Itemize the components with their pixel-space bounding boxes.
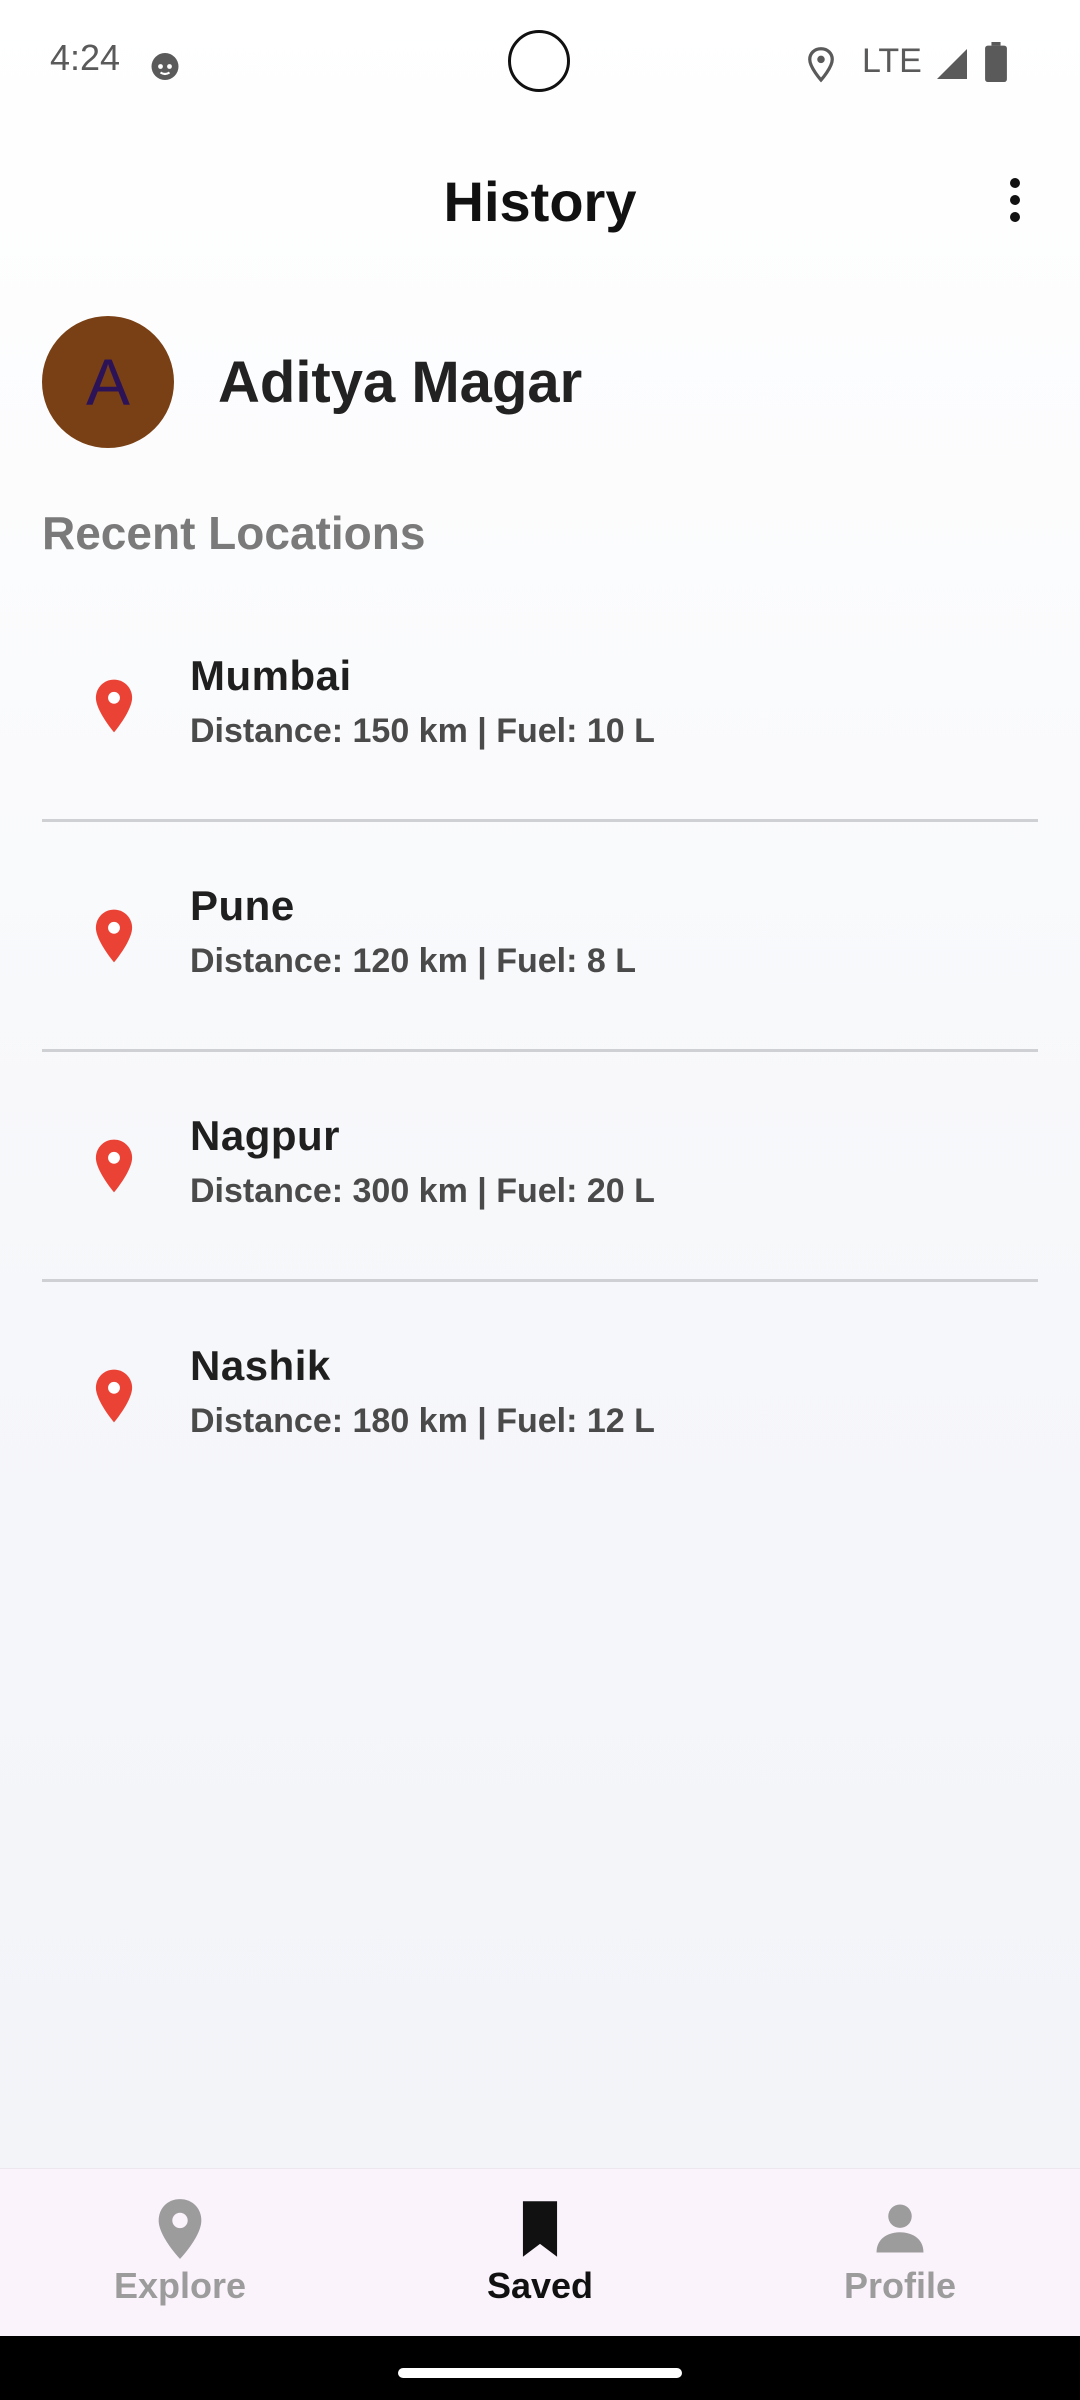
map-pin-icon	[95, 679, 133, 733]
person-icon	[876, 2204, 924, 2253]
location-detail: Distance: 150 km | Fuel: 10 L	[190, 712, 655, 750]
page-title: History	[443, 170, 637, 233]
map-pin-icon	[95, 1139, 133, 1193]
avatar[interactable]: A	[42, 316, 174, 448]
list-item[interactable]: Nashik Distance: 180 km | Fuel: 12 L	[42, 1282, 1038, 1512]
user-name: Aditya Magar	[218, 349, 583, 415]
nav-saved[interactable]: Saved	[360, 2169, 720, 2337]
camera-cutout	[508, 30, 570, 92]
battery-icon	[985, 42, 1007, 82]
location-icon	[158, 2199, 202, 2259]
app-bar: History	[0, 150, 1080, 250]
location-list: Mumbai Distance: 150 km | Fuel: 10 L Pun…	[42, 592, 1038, 1512]
location-detail: Distance: 180 km | Fuel: 12 L	[190, 1402, 655, 1440]
bookmark-icon	[522, 2201, 558, 2257]
nav-label: Profile	[843, 2265, 957, 2306]
more-vert-icon[interactable]	[990, 170, 1040, 230]
location-detail: Distance: 120 km | Fuel: 8 L	[190, 942, 637, 980]
map-pin-icon	[95, 1369, 133, 1423]
status-time: 4:24	[50, 37, 121, 78]
network-type: LTE	[862, 42, 922, 80]
profile-header: A Aditya Magar	[42, 316, 582, 448]
map-pin-icon	[95, 909, 133, 963]
location-icon	[808, 47, 834, 83]
bottom-nav: Explore Saved Profile	[0, 2168, 1080, 2337]
status-bar: 4:24 LTE	[0, 0, 1080, 130]
notification-face-icon	[151, 53, 179, 80]
nav-explore[interactable]: Explore	[0, 2169, 360, 2337]
location-name: Pune	[190, 882, 295, 929]
location-name: Mumbai	[190, 652, 352, 699]
list-item[interactable]: Nagpur Distance: 300 km | Fuel: 20 L	[42, 1052, 1038, 1282]
home-indicator[interactable]	[398, 2368, 682, 2378]
nav-profile[interactable]: Profile	[720, 2169, 1080, 2337]
location-detail: Distance: 300 km | Fuel: 20 L	[190, 1172, 655, 1210]
list-item[interactable]: Mumbai Distance: 150 km | Fuel: 10 L	[42, 592, 1038, 822]
section-title: Recent Locations	[42, 507, 426, 559]
location-name: Nashik	[190, 1342, 331, 1389]
signal-icon	[937, 49, 967, 79]
location-name: Nagpur	[190, 1112, 340, 1159]
nav-label: Explore	[113, 2265, 247, 2306]
nav-label: Saved	[486, 2265, 594, 2306]
list-item[interactable]: Pune Distance: 120 km | Fuel: 8 L	[42, 822, 1038, 1052]
